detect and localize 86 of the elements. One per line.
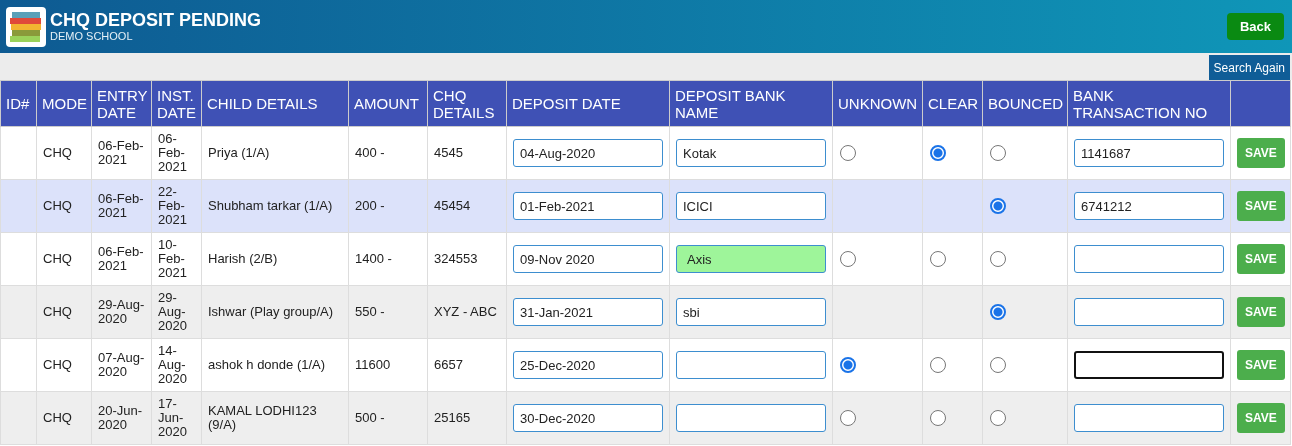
- radio-button[interactable]: [930, 410, 946, 426]
- column-header: AMOUNT: [348, 80, 428, 127]
- school-name: DEMO SCHOOL: [50, 30, 134, 43]
- back-button[interactable]: Back: [1226, 13, 1284, 40]
- transaction-number-field[interactable]: 6741212: [1074, 192, 1224, 220]
- radio-button[interactable]: [930, 357, 946, 373]
- transaction-number-field[interactable]: [1074, 404, 1224, 432]
- search-again-button[interactable]: Search Again: [1208, 55, 1290, 80]
- column-header: CHQ DETAILS: [427, 80, 507, 127]
- deposit-date-field[interactable]: 04-Aug-2020: [513, 139, 663, 167]
- table-cell: KAMAL LODHI123 (9/A): [201, 391, 349, 445]
- page-title: CHQ DEPOSIT PENDING: [50, 10, 262, 30]
- column-header: DEPOSIT BANK NAME: [669, 80, 833, 127]
- radio-button[interactable]: [990, 198, 1006, 214]
- table-cell: 29-Aug-2020: [151, 285, 202, 339]
- deposit-date-field[interactable]: 09-Nov 2020: [513, 245, 663, 273]
- deposit-date-field[interactable]: 30-Dec-2020: [513, 404, 663, 432]
- radio-button[interactable]: [990, 410, 1006, 426]
- bank-name-field[interactable]: [676, 351, 826, 379]
- table-cell: CHQ: [36, 126, 92, 180]
- column-header: DEPOSIT DATE: [506, 80, 670, 127]
- table-cell: 550 -: [348, 285, 428, 339]
- books-logo-icon: [6, 6, 46, 47]
- radio-button[interactable]: [840, 357, 856, 373]
- table-cell: 07-Aug-2020: [91, 338, 152, 392]
- table-cell: CHQ: [36, 232, 92, 286]
- radio-button[interactable]: [990, 251, 1006, 267]
- column-header: BOUNCED: [982, 80, 1068, 127]
- transaction-number-field[interactable]: [1074, 351, 1224, 379]
- bank-name-field[interactable]: sbi: [676, 298, 826, 326]
- transaction-number-field[interactable]: [1074, 298, 1224, 326]
- table-cell: CHQ: [36, 179, 92, 233]
- column-header: UNKNOWN: [832, 80, 923, 127]
- table-cell: 22-Feb-2021: [151, 179, 202, 233]
- radio-button[interactable]: [840, 410, 856, 426]
- table-cell: XYZ - ABC: [427, 285, 507, 339]
- column-header: INST. DATE: [151, 80, 202, 127]
- table-cell: 200 -: [348, 179, 428, 233]
- deposit-date-field[interactable]: 31-Jan-2021: [513, 298, 663, 326]
- bank-name-field[interactable]: ICICI: [676, 192, 826, 220]
- column-header: ENTRY DATE: [91, 80, 152, 127]
- table-cell: 14-Aug-2020: [151, 338, 202, 392]
- table-cell: 06-Feb-2021: [91, 179, 152, 233]
- transaction-number-field[interactable]: 1141687: [1074, 139, 1224, 167]
- radio-button[interactable]: [930, 145, 946, 161]
- table-cell: Priya (1/A): [201, 126, 349, 180]
- radio-button[interactable]: [840, 251, 856, 267]
- deposit-date-field[interactable]: 25-Dec-2020: [513, 351, 663, 379]
- table-cell: 45454: [427, 179, 507, 233]
- table-cell: 06-Feb-2021: [151, 126, 202, 180]
- table-cell: CHQ: [36, 391, 92, 445]
- deposit-date-field[interactable]: 01-Feb-2021: [513, 192, 663, 220]
- table-cell: CHQ: [36, 338, 92, 392]
- bank-name-field[interactable]: [676, 404, 826, 432]
- table-cell: 400 -: [348, 126, 428, 180]
- transaction-number-field[interactable]: [1074, 245, 1224, 273]
- table-cell: 6657: [427, 338, 507, 392]
- radio-button[interactable]: [840, 145, 856, 161]
- table-cell: 10-Feb-2021: [151, 232, 202, 286]
- table-cell: 25165: [427, 391, 507, 445]
- radio-button[interactable]: [990, 304, 1006, 320]
- column-header: MODE: [36, 80, 92, 127]
- table-cell: 324553: [427, 232, 507, 286]
- table-cell: 29-Aug-2020: [91, 285, 152, 339]
- table-cell: 4545: [427, 126, 507, 180]
- table-cell: 1400 -: [348, 232, 428, 286]
- column-header: CLEAR: [922, 80, 983, 127]
- table-cell: 500 -: [348, 391, 428, 445]
- table-cell: ashok h donde (1/A): [201, 338, 349, 392]
- table-cell: 17-Jun-2020: [151, 391, 202, 445]
- table-cell: 06-Feb-2021: [91, 126, 152, 180]
- table-cell: Ishwar (Play group/A): [201, 285, 349, 339]
- column-header: ID#: [0, 80, 37, 127]
- table-cell: 11600: [348, 338, 428, 392]
- radio-button[interactable]: [990, 145, 1006, 161]
- bank-name-field[interactable]: Axis: [676, 245, 826, 273]
- radio-button[interactable]: [930, 251, 946, 267]
- table-cell: CHQ: [36, 285, 92, 339]
- column-header: BANK TRANSACTION NO: [1067, 80, 1231, 127]
- bank-name-field[interactable]: Kotak: [676, 139, 826, 167]
- table-cell: Harish (2/B): [201, 232, 349, 286]
- radio-button[interactable]: [990, 357, 1006, 373]
- table-cell: 20-Jun-2020: [91, 391, 152, 445]
- table-cell: Shubham tarkar (1/A): [201, 179, 349, 233]
- table-cell: 06-Feb-2021: [91, 232, 152, 286]
- column-header: CHILD DETAILS: [201, 80, 349, 127]
